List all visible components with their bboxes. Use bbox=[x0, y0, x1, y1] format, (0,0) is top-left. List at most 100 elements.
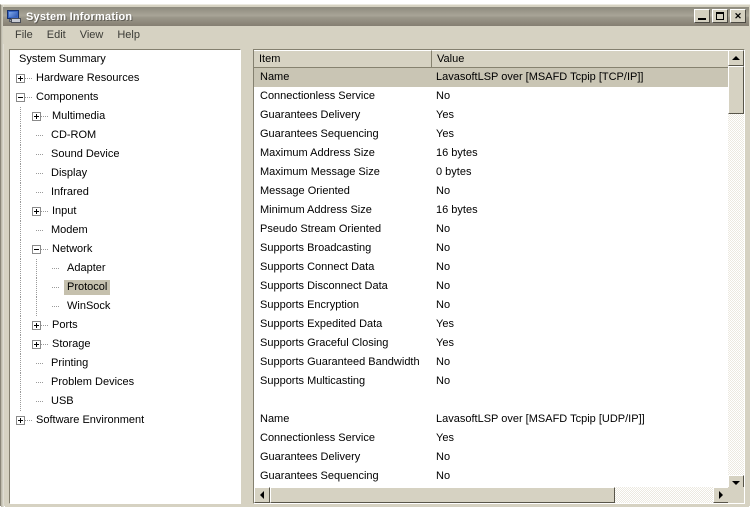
table-row[interactable]: Guarantees Delivery No bbox=[254, 448, 729, 467]
tree-guide-line bbox=[20, 126, 21, 145]
table-row[interactable]: Supports Connect Data No bbox=[254, 258, 729, 277]
navigation-tree[interactable]: System Summary Hardware Resources Componen… bbox=[9, 49, 241, 504]
table-row[interactable]: Connectionless Service Yes bbox=[254, 429, 729, 448]
tree-node-cd-rom[interactable]: CD-ROM bbox=[10, 126, 240, 145]
details-list-view[interactable]: Item Value Name LavasoftLSP over [MSAFD T… bbox=[253, 49, 745, 504]
window-title: System Information bbox=[26, 10, 133, 23]
cell-value: No bbox=[436, 185, 451, 197]
tree-node-label: Modem bbox=[51, 224, 88, 236]
tree-node-software-environment[interactable]: Software Environment bbox=[10, 411, 240, 430]
scrollbar-corner bbox=[728, 487, 744, 503]
collapse-icon[interactable] bbox=[32, 245, 41, 254]
expand-icon[interactable] bbox=[32, 112, 41, 121]
tree-connector bbox=[41, 211, 48, 212]
minimize-icon bbox=[698, 18, 706, 20]
cell-value: 16 bytes bbox=[436, 147, 478, 159]
tree-node-network[interactable]: Network bbox=[10, 240, 240, 259]
tree-node-winsock[interactable]: WinSock bbox=[10, 297, 240, 316]
table-row[interactable]: Connectionless Service No bbox=[254, 87, 729, 106]
table-row[interactable]: Supports Graceful Closing Yes bbox=[254, 334, 729, 353]
tree-node-storage[interactable]: Storage bbox=[10, 335, 240, 354]
vertical-scroll-thumb[interactable] bbox=[728, 66, 744, 114]
close-icon: ✕ bbox=[734, 10, 742, 21]
tree-node-infrared[interactable]: Infrared bbox=[10, 183, 240, 202]
table-row[interactable]: Name LavasoftLSP over [MSAFD Tcpip [TCP/I… bbox=[254, 68, 729, 87]
cell-value: LavasoftLSP over [MSAFD Tcpip [UDP/IP]] bbox=[436, 413, 645, 425]
cell-value: No bbox=[436, 356, 451, 368]
tree-node-input[interactable]: Input bbox=[10, 202, 240, 221]
tree-node-label: Sound Device bbox=[51, 148, 120, 160]
tree-node-usb[interactable]: USB bbox=[10, 392, 240, 411]
tree-guide-line bbox=[36, 259, 37, 278]
tree-node-hardware-resources[interactable]: Hardware Resources bbox=[10, 69, 240, 88]
table-row[interactable]: Supports Guaranteed Bandwidth No bbox=[254, 353, 729, 372]
expand-icon[interactable] bbox=[32, 340, 41, 349]
scroll-right-icon bbox=[719, 491, 723, 499]
expand-icon[interactable] bbox=[16, 74, 25, 83]
table-row[interactable]: Pseudo Stream Oriented No bbox=[254, 220, 729, 239]
maximize-button[interactable] bbox=[712, 9, 728, 23]
vertical-scrollbar[interactable] bbox=[728, 50, 744, 491]
column-header-value[interactable]: Value bbox=[432, 50, 729, 68]
table-row[interactable]: Name LavasoftLSP over [MSAFD Tcpip [UDP/I… bbox=[254, 410, 729, 429]
table-row[interactable]: Supports Broadcasting No bbox=[254, 239, 729, 258]
menu-item-view[interactable]: View bbox=[73, 28, 111, 42]
tree-node-ports[interactable]: Ports bbox=[10, 316, 240, 335]
tree-node-label: Problem Devices bbox=[51, 376, 135, 388]
table-row[interactable]: Guarantees Sequencing No bbox=[254, 467, 729, 486]
table-row[interactable]: Supports Expedited Data Yes bbox=[254, 315, 729, 334]
tree-guide-line bbox=[20, 183, 21, 202]
tree-node-modem[interactable]: Modem bbox=[10, 221, 240, 240]
tree-node-label: USB bbox=[51, 395, 74, 407]
tree-node-printing[interactable]: Printing bbox=[10, 354, 240, 373]
table-row[interactable]: Supports Multicasting No bbox=[254, 372, 729, 391]
cell-value: No bbox=[436, 375, 451, 387]
horizontal-scrollbar[interactable] bbox=[254, 487, 729, 503]
tree-node-problem-devices[interactable]: Problem Devices bbox=[10, 373, 240, 392]
cell-value: Yes bbox=[436, 432, 454, 444]
cell-item: Supports Guaranteed Bandwidth bbox=[260, 356, 420, 368]
table-row[interactable]: Guarantees Delivery Yes bbox=[254, 106, 729, 125]
tree-node-system-summary[interactable]: System Summary bbox=[10, 50, 240, 69]
tree-connector bbox=[25, 97, 32, 98]
table-row[interactable]: Guarantees Sequencing Yes bbox=[254, 125, 729, 144]
tree-node-protocol[interactable]: Protocol bbox=[10, 278, 240, 297]
tree-node-multimedia[interactable]: Multimedia bbox=[10, 107, 240, 126]
table-row[interactable]: Supports Disconnect Data No bbox=[254, 277, 729, 296]
cell-item: Guarantees Delivery bbox=[260, 451, 361, 463]
tree-node-label: Printing bbox=[51, 357, 89, 369]
table-row[interactable]: Message Oriented No bbox=[254, 182, 729, 201]
table-row[interactable]: Minimum Address Size 16 bytes bbox=[254, 201, 729, 220]
tree-node-components[interactable]: Components bbox=[10, 88, 240, 107]
tree-node-display[interactable]: Display bbox=[10, 164, 240, 183]
expand-icon[interactable] bbox=[32, 207, 41, 216]
expand-icon[interactable] bbox=[16, 416, 25, 425]
cell-item: Guarantees Sequencing bbox=[260, 470, 379, 482]
menu-item-file[interactable]: File bbox=[8, 28, 40, 42]
tree-guide-line bbox=[20, 202, 21, 221]
tree-node-adapter[interactable]: Adapter bbox=[10, 259, 240, 278]
tree-connector bbox=[36, 192, 43, 193]
tree-node-sound-device[interactable]: Sound Device bbox=[10, 145, 240, 164]
cell-item: Guarantees Sequencing bbox=[260, 128, 379, 140]
table-row[interactable] bbox=[254, 391, 729, 410]
table-row[interactable]: Maximum Address Size 16 bytes bbox=[254, 144, 729, 163]
collapse-icon[interactable] bbox=[16, 93, 25, 102]
close-button[interactable]: ✕ bbox=[730, 9, 746, 23]
title-bar[interactable]: System Information ✕ bbox=[3, 7, 749, 26]
scroll-up-button[interactable] bbox=[728, 50, 744, 66]
menu-item-edit[interactable]: Edit bbox=[40, 28, 73, 42]
scroll-right-button[interactable] bbox=[713, 487, 729, 503]
minimize-button[interactable] bbox=[694, 9, 710, 23]
table-row[interactable]: Supports Encryption No bbox=[254, 296, 729, 315]
horizontal-scroll-thumb[interactable] bbox=[270, 487, 615, 503]
vertical-scroll-track[interactable] bbox=[728, 66, 744, 475]
cell-item bbox=[254, 391, 432, 410]
scroll-left-button[interactable] bbox=[254, 487, 270, 503]
column-header-item[interactable]: Item bbox=[254, 50, 432, 68]
expand-icon[interactable] bbox=[32, 321, 41, 330]
cell-item: Supports Multicasting bbox=[260, 375, 366, 387]
tree-connector bbox=[41, 325, 48, 326]
menu-item-help[interactable]: Help bbox=[110, 28, 147, 42]
table-row[interactable]: Maximum Message Size 0 bytes bbox=[254, 163, 729, 182]
